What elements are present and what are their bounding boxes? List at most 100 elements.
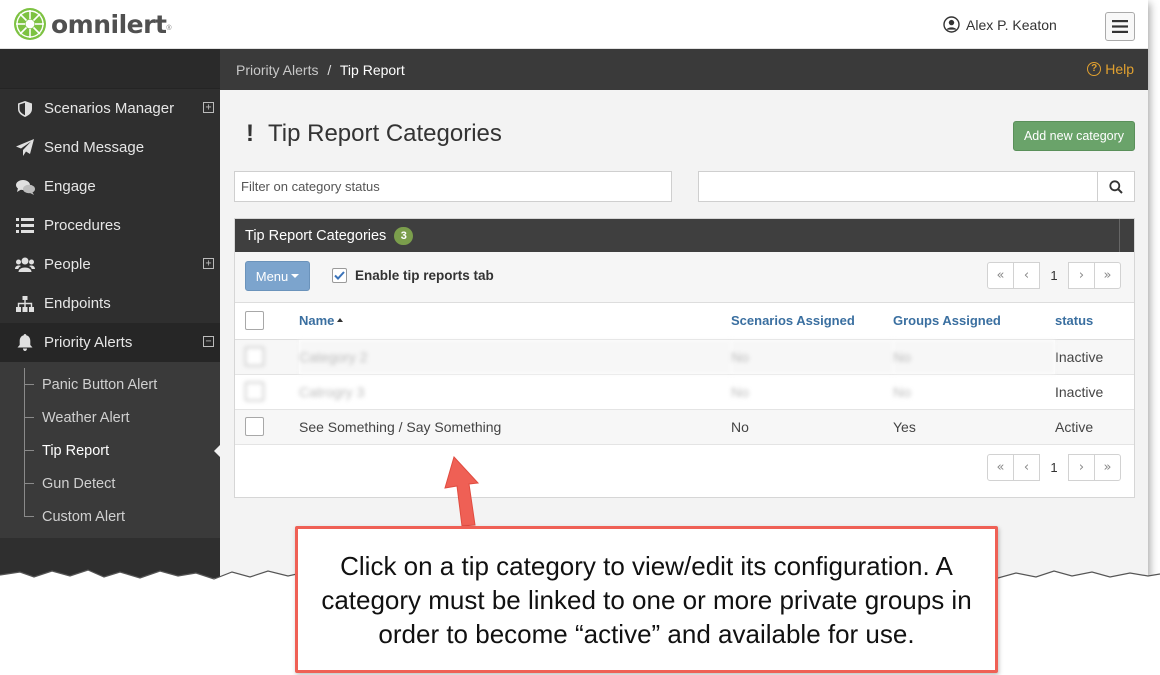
- menu-dropdown-button[interactable]: Menu: [245, 261, 310, 291]
- breadcrumb-parent-link[interactable]: Priority Alerts: [236, 62, 318, 78]
- app-window: omnilert ® Alex P. Keaton Scenarios Mana…: [0, 0, 1148, 578]
- row-checkbox[interactable]: [245, 417, 264, 436]
- menu-button-label: Menu: [255, 268, 289, 284]
- filter-status-input[interactable]: Filter on category status: [234, 171, 672, 202]
- pagination-bottom: « ‹ 1 › »: [987, 453, 1121, 481]
- page-next-button[interactable]: ›: [1068, 262, 1095, 289]
- sidebar-subitem-custom-alert[interactable]: Custom Alert: [0, 500, 220, 533]
- column-header-label: Name: [299, 313, 335, 329]
- column-header-scenarios[interactable]: Scenarios Assigned: [731, 303, 893, 340]
- omnilert-logo-icon: [14, 8, 46, 40]
- table-row[interactable]: Category 2 No No Inactive: [235, 339, 1134, 375]
- chat-bubbles-icon: [14, 177, 36, 197]
- page-first-button[interactable]: «: [987, 453, 1014, 481]
- collapse-minus-icon[interactable]: −: [203, 336, 214, 347]
- groups-assigned-cell: Yes: [893, 409, 1055, 445]
- help-link[interactable]: ? Help: [1087, 61, 1134, 77]
- breadcrumb-current: Tip Report: [339, 62, 405, 78]
- table-row[interactable]: Catrogry 3 No No Inactive: [235, 374, 1134, 410]
- sidebar-item-people[interactable]: People +: [0, 245, 220, 284]
- page-number[interactable]: 1: [1039, 262, 1069, 289]
- column-header-name[interactable]: Name: [299, 303, 731, 340]
- user-circle-icon: [943, 16, 960, 33]
- categories-panel: Tip Report Categories 3 Menu Enable tip …: [234, 218, 1135, 498]
- select-all-checkbox[interactable]: [245, 311, 264, 331]
- user-menu[interactable]: Alex P. Keaton: [943, 16, 1057, 33]
- category-name-cell[interactable]: Catrogry 3: [299, 374, 731, 410]
- table-row[interactable]: See Something / Say Something No Yes Act…: [235, 409, 1134, 445]
- omnilert-logo[interactable]: omnilert ®: [12, 6, 172, 42]
- row-checkbox[interactable]: [245, 382, 264, 401]
- column-header-groups[interactable]: Groups Assigned: [893, 303, 1055, 340]
- hamburger-menu-button[interactable]: [1105, 12, 1135, 41]
- expand-plus-icon[interactable]: +: [203, 102, 214, 113]
- sidebar-item-scenarios-manager[interactable]: Scenarios Manager +: [0, 89, 220, 128]
- page-title: ! Tip Report Categories: [246, 120, 502, 148]
- status-cell: Inactive: [1055, 339, 1134, 375]
- scenarios-assigned-cell: No: [731, 409, 893, 445]
- search-button[interactable]: [1097, 172, 1134, 201]
- brand-name: omnilert: [51, 9, 167, 39]
- users-icon: [14, 255, 36, 275]
- help-label: Help: [1105, 61, 1134, 77]
- panel-toolbar: Menu Enable tip reports tab « ‹ 1 › »: [235, 252, 1134, 303]
- callout-arrow-icon: [444, 456, 480, 527]
- scenarios-assigned-cell: No: [731, 339, 893, 375]
- sidebar-item-send-message[interactable]: Send Message: [0, 128, 220, 167]
- sidebar-subitem-label: Tip Report: [42, 442, 110, 459]
- search-input[interactable]: [698, 171, 1135, 202]
- sitemap-icon: [14, 294, 36, 314]
- sort-ascending-icon: [337, 318, 344, 323]
- column-header-status[interactable]: status: [1055, 303, 1134, 340]
- groups-assigned-cell: No: [893, 374, 1055, 410]
- sidebar-item-label: People: [44, 256, 91, 273]
- page-last-button[interactable]: »: [1094, 453, 1121, 481]
- add-new-category-button[interactable]: Add new category: [1013, 121, 1135, 151]
- sidebar-item-procedures[interactable]: Procedures: [0, 206, 220, 245]
- expand-plus-icon[interactable]: +: [203, 258, 214, 269]
- category-name-cell[interactable]: See Something / Say Something: [299, 409, 731, 445]
- user-name: Alex P. Keaton: [966, 16, 1057, 33]
- main-content: ! Tip Report Categories Add new category…: [220, 90, 1148, 578]
- exclamation-icon: !: [246, 120, 254, 147]
- page-prev-button[interactable]: ‹: [1013, 262, 1040, 289]
- sidebar: Scenarios Manager + Send Message Engage …: [0, 49, 221, 578]
- sidebar-subitem-panic-button-alert[interactable]: Panic Button Alert: [0, 368, 220, 401]
- page-next-button[interactable]: ›: [1068, 453, 1095, 481]
- shield-icon: [14, 99, 36, 119]
- panel-header-divider: [1119, 219, 1120, 252]
- sidebar-subitem-tip-report[interactable]: Tip Report: [0, 434, 221, 467]
- brand-registered-mark: ®: [166, 25, 172, 32]
- hamburger-icon: [1112, 20, 1128, 33]
- page-first-button[interactable]: «: [987, 262, 1014, 289]
- sidebar-subitem-weather-alert[interactable]: Weather Alert: [0, 401, 220, 434]
- list-icon: [14, 216, 36, 236]
- sidebar-subitem-gun-detect[interactable]: Gun Detect: [0, 467, 220, 500]
- enable-tip-reports-label: Enable tip reports tab: [355, 268, 494, 283]
- table-header-row: Name Scenarios Assigned Groups Assigned …: [235, 303, 1134, 340]
- sidebar-item-priority-alerts[interactable]: Priority Alerts −: [0, 323, 220, 362]
- pagination-top: « ‹ 1 › »: [987, 262, 1121, 289]
- instruction-callout: Click on a tip category to view/edit its…: [295, 526, 998, 673]
- sidebar-item-engage[interactable]: Engage: [0, 167, 220, 206]
- bell-icon: [14, 333, 36, 353]
- page-last-button[interactable]: »: [1094, 262, 1121, 289]
- page-number[interactable]: 1: [1039, 454, 1069, 481]
- panel-header: Tip Report Categories 3: [235, 219, 1134, 252]
- sidebar-item-label: Scenarios Manager: [44, 100, 175, 117]
- sidebar-item-endpoints[interactable]: Endpoints: [0, 284, 220, 323]
- enable-tip-reports-toggle[interactable]: Enable tip reports tab: [332, 268, 494, 283]
- sidebar-item-label: Procedures: [44, 217, 121, 234]
- page-prev-button[interactable]: ‹: [1013, 453, 1040, 481]
- row-checkbox[interactable]: [245, 347, 264, 366]
- sidebar-top-strip: [0, 49, 220, 89]
- top-header: omnilert ® Alex P. Keaton: [0, 0, 1148, 49]
- categories-table: Name Scenarios Assigned Groups Assigned …: [235, 303, 1134, 445]
- breadcrumb-separator: /: [327, 62, 332, 78]
- category-name-cell[interactable]: Category 2: [299, 339, 731, 375]
- select-all-cell: [235, 303, 299, 340]
- panel-footer: « ‹ 1 › »: [235, 445, 1134, 495]
- paper-plane-icon: [14, 138, 36, 158]
- enable-tip-reports-checkbox[interactable]: [332, 268, 347, 283]
- status-cell: Inactive: [1055, 374, 1134, 410]
